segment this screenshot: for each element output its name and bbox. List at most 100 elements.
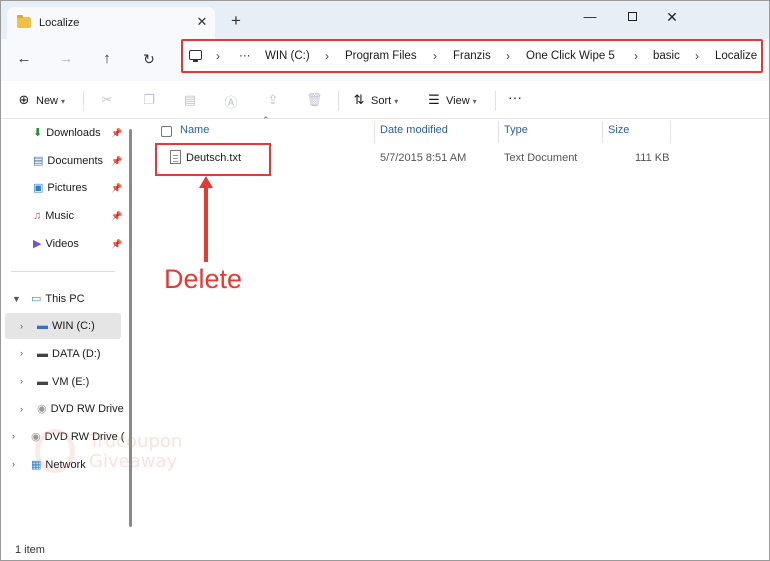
chevron-right-icon[interactable]: › bbox=[12, 459, 15, 469]
sidebar-item-label: Documents bbox=[47, 155, 104, 167]
breadcrumb-separator[interactable]: › bbox=[216, 49, 220, 63]
highlight-box bbox=[155, 143, 271, 176]
column-header-type[interactable]: Type bbox=[504, 124, 528, 136]
new-label: New bbox=[36, 95, 59, 107]
rename-icon: Ⓐ bbox=[224, 95, 238, 110]
up-button[interactable]: ↑ bbox=[96, 48, 118, 70]
annotation-label: Delete bbox=[164, 264, 243, 294]
maximize-button[interactable] bbox=[621, 7, 643, 27]
windows-drive-icon: ▬ bbox=[37, 320, 48, 332]
chevron-down-icon: ▾ bbox=[472, 97, 477, 106]
pin-icon[interactable]: 📌 bbox=[111, 239, 122, 250]
sort-label: Sort bbox=[371, 95, 392, 107]
share-button[interactable]: ⇪ bbox=[265, 92, 285, 108]
breadcrumb-separator[interactable]: › bbox=[506, 49, 510, 63]
pin-icon[interactable]: 📌 bbox=[111, 211, 122, 222]
breadcrumb-win-c[interactable]: WIN (C:) bbox=[265, 50, 310, 62]
tab-title: Localize bbox=[39, 17, 80, 29]
sidebar-item-label: DATA (D:) bbox=[52, 348, 101, 360]
file-type: Text Document bbox=[504, 152, 578, 164]
minimize-button[interactable]: — bbox=[579, 7, 601, 27]
chevron-down-icon: ▾ bbox=[394, 97, 399, 106]
address-bar[interactable]: › ··· WIN (C:) › Program Files › Franzis… bbox=[181, 39, 763, 73]
breadcrumb-separator[interactable]: › bbox=[325, 49, 329, 63]
watermark-text: Trucoupon Giveaway bbox=[89, 432, 182, 472]
documents-icon: ▤ bbox=[33, 155, 44, 167]
share-icon: ⇪ bbox=[267, 92, 279, 107]
scissors-icon: ✂ bbox=[101, 92, 113, 107]
refresh-button[interactable]: ↻ bbox=[138, 48, 160, 70]
chevron-right-icon[interactable]: › bbox=[12, 431, 15, 441]
column-divider[interactable] bbox=[374, 121, 375, 143]
view-label: View bbox=[446, 95, 470, 107]
pin-icon[interactable]: 📌 bbox=[111, 128, 122, 139]
breadcrumb-localize[interactable]: Localize bbox=[715, 50, 757, 62]
chevron-right-icon[interactable]: › bbox=[20, 321, 23, 331]
music-icon: ♫ bbox=[33, 210, 42, 222]
breadcrumb-separator[interactable]: › bbox=[634, 49, 638, 63]
sort-ascending-icon: ⌃ bbox=[262, 115, 270, 125]
title-bar: Localize ✕ + — ✕ bbox=[1, 1, 769, 39]
breadcrumb-basic[interactable]: basic bbox=[653, 50, 680, 62]
maximize-icon bbox=[627, 12, 637, 21]
select-all-checkbox[interactable] bbox=[161, 126, 172, 137]
chevron-right-icon[interactable]: › bbox=[20, 404, 23, 414]
navigation-pane: ⬇ Downloads 📌 ▤ Documents 📌 ▣ Pictures 📌 ♫ M… bbox=[1, 119, 131, 541]
new-tab-button[interactable]: + bbox=[228, 12, 244, 29]
rename-button[interactable]: Ⓐ bbox=[223, 92, 243, 111]
sidebar-item-music[interactable]: ♫ Music bbox=[33, 205, 74, 227]
pin-icon[interactable]: 📌 bbox=[111, 183, 122, 194]
back-button[interactable]: ← bbox=[13, 48, 35, 70]
breadcrumb-program-files[interactable]: Program Files bbox=[345, 50, 417, 62]
breadcrumb-separator[interactable]: › bbox=[433, 49, 437, 63]
tab-close-icon[interactable]: ✕ bbox=[194, 14, 210, 30]
sidebar-item-pictures[interactable]: ▣ Pictures bbox=[33, 177, 87, 199]
status-item-count: 1 item bbox=[15, 544, 45, 556]
sidebar-item-dvd-drive[interactable]: ◉ DVD RW Drive bbox=[37, 398, 124, 420]
sidebar-item-vm-e[interactable]: ▬ VM (E:) bbox=[37, 371, 89, 393]
paste-button[interactable]: ▤ bbox=[182, 92, 202, 108]
chevron-down-icon[interactable]: ▼ bbox=[12, 294, 21, 304]
folder-icon bbox=[17, 15, 31, 28]
drive-icon: ▬ bbox=[37, 348, 48, 360]
column-header-name[interactable]: Name bbox=[180, 124, 209, 136]
sidebar-item-videos[interactable]: ▶ Videos bbox=[33, 233, 79, 255]
copy-button[interactable]: ❐ bbox=[141, 92, 161, 108]
breadcrumb-one-click-wipe[interactable]: One Click Wipe 5 bbox=[526, 50, 615, 62]
watermark-logo bbox=[35, 429, 75, 473]
file-list: ⌃ Name Date modified Type Size Deutsch.t… bbox=[132, 115, 769, 541]
this-pc-icon[interactable] bbox=[189, 50, 202, 62]
column-header-size[interactable]: Size bbox=[608, 124, 629, 136]
column-divider[interactable] bbox=[602, 121, 603, 143]
videos-icon: ▶ bbox=[33, 238, 42, 250]
more-options-button[interactable]: ··· bbox=[508, 89, 522, 105]
sidebar-item-downloads[interactable]: ⬇ Downloads bbox=[33, 122, 101, 144]
sidebar-item-data-d[interactable]: ▬ DATA (D:) bbox=[37, 343, 100, 365]
column-divider[interactable] bbox=[498, 121, 499, 143]
new-button[interactable]: ⊕ New ▾ bbox=[16, 92, 65, 108]
close-window-button[interactable]: ✕ bbox=[661, 7, 683, 27]
chevron-right-icon[interactable]: › bbox=[20, 348, 23, 358]
divider bbox=[495, 91, 496, 111]
breadcrumb-franzis[interactable]: Franzis bbox=[453, 50, 491, 62]
sidebar-item-this-pc[interactable]: ▭ This PC bbox=[31, 288, 85, 310]
sidebar-item-label: This PC bbox=[45, 293, 85, 305]
breadcrumb-separator[interactable]: › bbox=[695, 49, 699, 63]
column-header-date[interactable]: Date modified bbox=[380, 124, 448, 136]
cut-button[interactable]: ✂ bbox=[99, 92, 119, 108]
pin-icon[interactable]: 📌 bbox=[111, 156, 122, 167]
sidebar-item-label: Downloads bbox=[46, 127, 101, 139]
sidebar-item-win-c[interactable]: ▬ WIN (C:) bbox=[37, 315, 95, 337]
tab-localize[interactable]: Localize ✕ bbox=[7, 7, 215, 39]
sort-button[interactable]: ⇅ Sort ▾ bbox=[351, 92, 399, 108]
column-divider[interactable] bbox=[670, 121, 671, 143]
breadcrumb-more[interactable]: ··· bbox=[239, 50, 251, 62]
sidebar-item-documents[interactable]: ▤ Documents bbox=[33, 150, 103, 172]
delete-button[interactable]: 🗑 bbox=[306, 92, 326, 108]
chevron-right-icon[interactable]: › bbox=[20, 376, 23, 386]
navigation-bar: ← → ↑ ↻ › ··· WIN (C:) › Program Files ›… bbox=[1, 39, 769, 81]
forward-button[interactable]: → bbox=[55, 48, 77, 70]
view-button[interactable]: ☰ View ▾ bbox=[426, 92, 477, 108]
sidebar-item-label: Videos bbox=[45, 238, 79, 250]
watermark-line: Trucoupon bbox=[89, 431, 183, 452]
